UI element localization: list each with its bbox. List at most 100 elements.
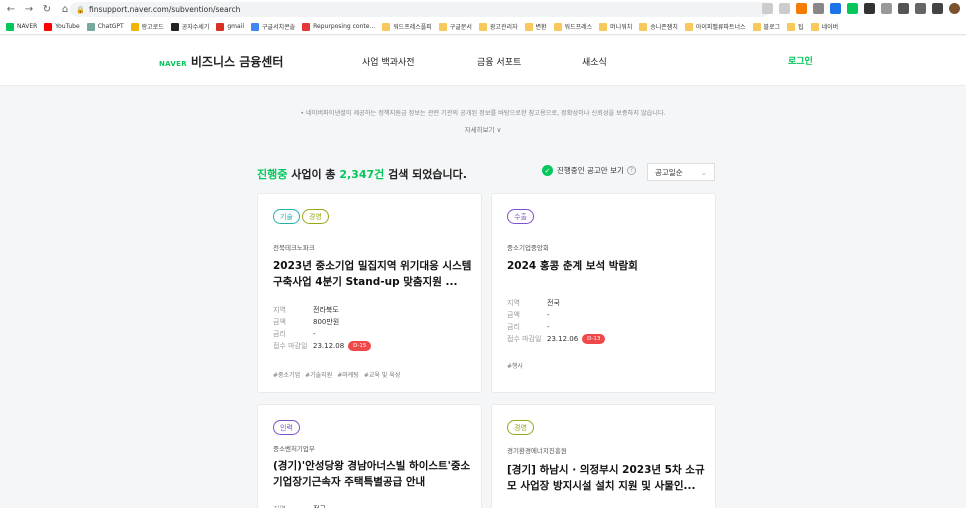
- profile-avatar[interactable]: [949, 3, 960, 14]
- bookmark-item[interactable]: 구글문서: [438, 22, 472, 31]
- bookmark-item[interactable]: 랑고로드: [130, 22, 164, 31]
- bookmark-icon: [524, 22, 533, 31]
- sort-select[interactable]: 공고일순 ⌄: [647, 163, 715, 181]
- bookmark-item[interactable]: 네이버: [810, 22, 838, 31]
- program-card[interactable]: 인력 중소벤처기업부 (경기)'안성당왕 경남아너스빌 하이스트'중소기업장기근속자…: [257, 404, 482, 508]
- login-link[interactable]: 로그인: [788, 54, 813, 67]
- category-tag: 기술: [273, 209, 300, 224]
- back-icon[interactable]: ←: [4, 3, 18, 17]
- extension-icon[interactable]: [796, 3, 807, 14]
- share-icon[interactable]: [762, 3, 773, 14]
- meta-value: 전국: [547, 299, 560, 307]
- bookmark-icon: [170, 22, 179, 31]
- meta-value-wrap: 전국: [313, 504, 326, 508]
- site-logo[interactable]: NAVER 비즈니스 금융센터: [159, 53, 283, 70]
- puzzle-icon[interactable]: [898, 3, 909, 14]
- organization: 중소기업중앙회: [507, 244, 549, 252]
- bookmark-icon: [130, 22, 139, 31]
- extension-icon[interactable]: [864, 3, 875, 14]
- meta-value: -: [547, 323, 550, 331]
- hashtag[interactable]: #행사: [507, 363, 523, 370]
- browser-toolbar: ← → ↻ ⌂ 🔒 finsupport.naver.com/subventio…: [0, 0, 966, 19]
- meta-value-wrap: 23.12.06 D-13: [547, 334, 606, 344]
- category-tags: 기술 경영: [273, 209, 329, 224]
- extension-icon[interactable]: [830, 3, 841, 14]
- meta-key: 금리: [273, 330, 286, 338]
- bookmark-icon: [553, 22, 562, 31]
- bookmark-item[interactable]: NAVER: [6, 22, 38, 31]
- bookmark-item[interactable]: 팁: [787, 22, 804, 31]
- result-summary: 진행중 사업이 총 2,347건 검색 되었습니다.: [257, 166, 467, 182]
- hashtag[interactable]: #기술지원: [305, 372, 332, 379]
- bookmark-item[interactable]: 승니존잼치: [639, 22, 678, 31]
- ongoing-only-toggle[interactable]: ✓ 진행중인 공고만 보기 ?: [542, 165, 636, 176]
- bookmark-icon: [251, 22, 260, 31]
- organization: 전북테크노파크: [273, 244, 315, 252]
- bookmark-label: Repurposing conte...: [313, 23, 376, 30]
- program-title[interactable]: 2023년 중소기업 밀집지역 위기대응 시스템 구축사업 4분기 Stand-…: [273, 258, 473, 290]
- extension-icon[interactable]: [847, 3, 858, 14]
- site-header: NAVER 비즈니스 금융센터 사업 백과사전 금융 서포트 새소식 로그인: [0, 36, 966, 86]
- extension-icon[interactable]: [813, 3, 824, 14]
- detail-toggle[interactable]: 자세히보기 ∨: [0, 124, 966, 134]
- nav-item-news[interactable]: 새소식: [582, 55, 607, 68]
- bookmark-label: 승니존잼치: [650, 24, 678, 31]
- bookmark-item[interactable]: 아이피벨류파트너스: [684, 22, 746, 31]
- bookmark-label: 팁: [798, 24, 804, 31]
- forward-icon[interactable]: →: [22, 3, 36, 17]
- dday-badge: D-13: [582, 334, 606, 344]
- bookmarks-bar: NAVER YouTube ChatGPT 랑고로드 공자수세기 gmail 구글서치콘솔 R…: [0, 19, 966, 35]
- program-title[interactable]: (경기)'안성당왕 경남아너스빌 하이스트'중소기업장기근속자 주택특별공급 안…: [273, 458, 473, 490]
- bookmark-icon: [787, 22, 796, 31]
- download-icon[interactable]: [915, 3, 926, 14]
- meta-key: 지역: [273, 504, 313, 508]
- bookmark-icon: [752, 22, 761, 31]
- program-card[interactable]: 경영 경기환경에너지진흥원 [경기] 하남시 · 의정부시 2023년 5차 소규모…: [491, 404, 716, 508]
- star-icon[interactable]: [779, 3, 790, 14]
- bookmark-item[interactable]: 블로그: [752, 22, 780, 31]
- meta-row: 금액 -: [507, 309, 605, 321]
- bookmark-icon: [86, 22, 95, 31]
- nav-item-finance-support[interactable]: 금융 서포트: [477, 55, 521, 68]
- category-tag: 경영: [301, 209, 329, 224]
- camera-icon[interactable]: [881, 3, 892, 14]
- bookmark-label: 구글서치콘솔: [262, 24, 296, 31]
- bookmark-item[interactable]: 머니워치: [599, 22, 632, 31]
- bookmark-label: NAVER: [17, 23, 38, 30]
- meta-row: 접수 마감일 23.12.08 D-15: [273, 340, 372, 352]
- reload-icon[interactable]: ↻: [40, 3, 54, 17]
- bookmark-label: 구글문서: [449, 24, 472, 31]
- hashtag[interactable]: #마케팅: [337, 372, 359, 379]
- bookmark-label: 공자수세기: [181, 24, 210, 31]
- hashtag[interactable]: #중소기업: [273, 372, 300, 379]
- bookmark-item[interactable]: 워드프레스: [553, 22, 592, 31]
- address-bar[interactable]: 🔒 finsupport.naver.com/subvention/search: [70, 2, 770, 17]
- bookmark-item[interactable]: 광고관리자: [478, 22, 518, 31]
- bookmark-item[interactable]: 구글서치콘솔: [251, 22, 295, 31]
- program-title[interactable]: [경기] 하남시 · 의정부시 2023년 5차 소규모 사업장 방지시설 설치…: [507, 462, 707, 494]
- program-card[interactable]: 기술 경영전북테크노파크 2023년 중소기업 밀집지역 위기대응 시스템 구축사업…: [257, 193, 482, 393]
- program-card[interactable]: 수출 중소기업중앙회 2024 홍콩 춘계 보석 박람회 지역 전국 금액 - 금리 - 접수 마…: [491, 193, 716, 393]
- bookmark-icon: [810, 22, 819, 31]
- bookmark-item[interactable]: gmail: [216, 22, 244, 31]
- nav-item-encyclopedia[interactable]: 사업 백과사전: [362, 55, 415, 68]
- site-title: 비즈니스 금융센터: [190, 55, 284, 69]
- meta-key: 접수 마감일: [507, 335, 542, 343]
- bookmark-item[interactable]: YouTube: [44, 22, 80, 31]
- bookmark-item[interactable]: Repurposing conte...: [302, 22, 376, 31]
- hashtag[interactable]: #교육 및 육성: [364, 372, 400, 379]
- meta-key: 접수 마감일: [273, 342, 308, 350]
- bookmark-item[interactable]: 워드프레스플피: [382, 22, 432, 31]
- chevron-down-icon: ⌄: [700, 167, 707, 177]
- meta-value: 23.12.08: [313, 342, 345, 350]
- bookmark-item[interactable]: 변환: [524, 22, 547, 31]
- sidebar-icon[interactable]: [932, 3, 943, 14]
- program-title[interactable]: 2024 홍콩 춘계 보석 박람회: [507, 258, 707, 274]
- help-icon[interactable]: ?: [626, 166, 636, 175]
- bookmark-item[interactable]: ChatGPT: [86, 22, 124, 31]
- category-tags: 인력: [273, 420, 300, 435]
- bookmark-item[interactable]: 공자수세기: [170, 22, 210, 31]
- bookmark-label: YouTube: [55, 23, 80, 30]
- category-tag: 수출: [507, 209, 534, 224]
- status-ongoing: 진행중: [257, 168, 288, 181]
